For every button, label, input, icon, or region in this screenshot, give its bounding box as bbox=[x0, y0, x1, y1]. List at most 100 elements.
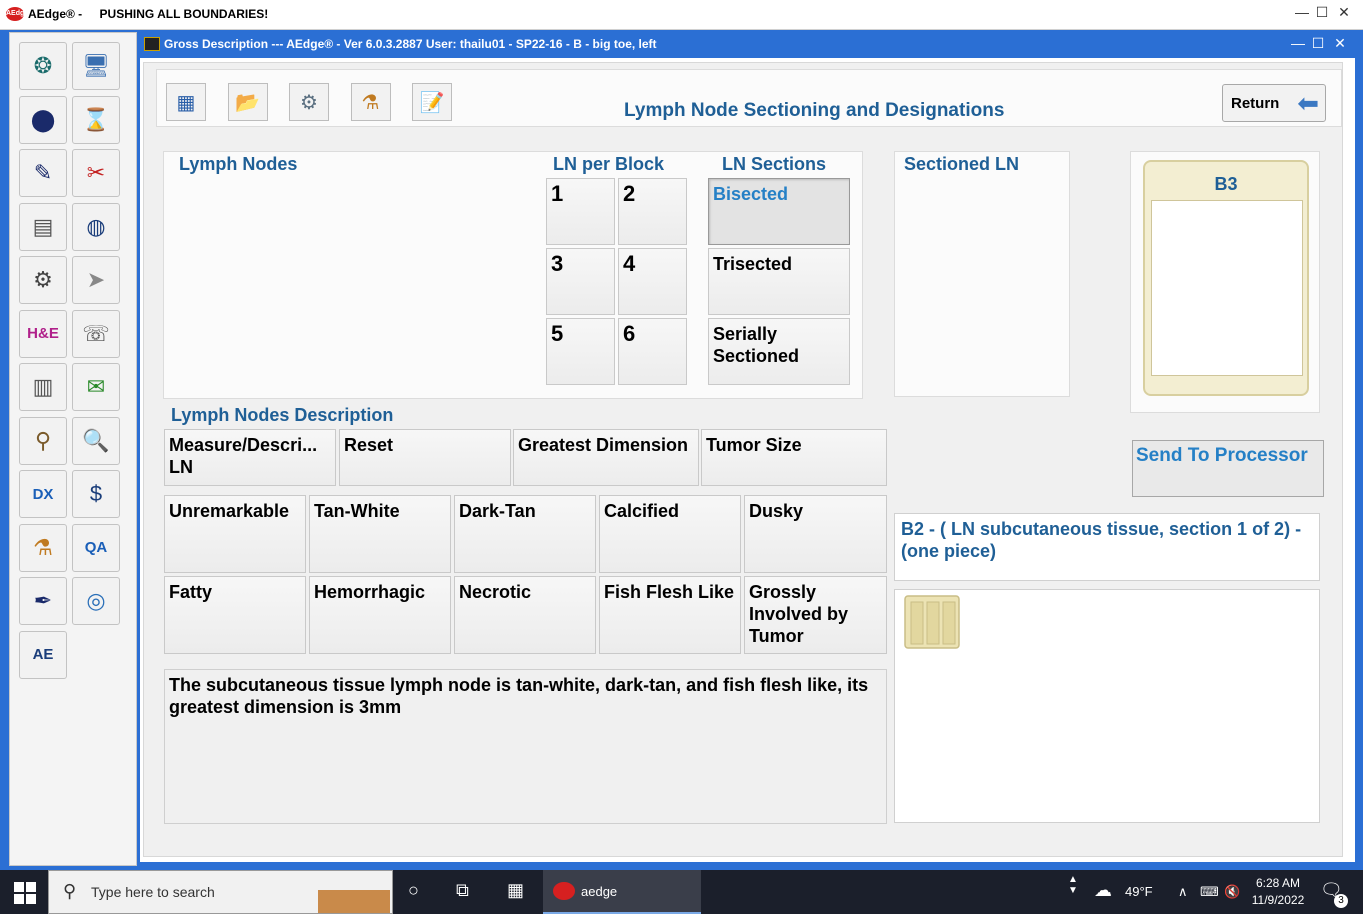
ln-per-block-3[interactable]: 3 bbox=[546, 248, 615, 315]
descriptor-fish-flesh-like[interactable]: Fish Flesh Like bbox=[599, 576, 741, 654]
return-label: Return bbox=[1231, 95, 1280, 112]
cassette-icon[interactable]: B3 bbox=[1143, 160, 1309, 396]
windows-start-icon[interactable] bbox=[14, 882, 36, 904]
main-content: Lymph Node Sectioning and Designations R… bbox=[143, 62, 1343, 857]
description-textbox[interactable]: The subcutaneous tissue lymph node is ta… bbox=[164, 669, 887, 824]
lymph-nodes-panel: Lymph Nodes LN per Block LN Sections 1 2… bbox=[163, 151, 863, 399]
clock-date: 11/9/2022 bbox=[1251, 893, 1305, 907]
taskbar-clock[interactable]: 6:28 AM 11/9/2022 bbox=[1250, 875, 1306, 909]
inner-titlebar: Gross Description --- AEdge® - Ver 6.0.3… bbox=[140, 32, 1355, 58]
ln-per-block-6[interactable]: 6 bbox=[618, 318, 687, 385]
taskbar-search-input[interactable]: ⚲ Type here to search bbox=[48, 870, 393, 914]
close-icon[interactable]: ✕ bbox=[1334, 4, 1354, 21]
ln-section-serially-sectioned[interactable]: Serially Sectioned bbox=[708, 318, 850, 385]
gross-description-icon[interactable]: ✎ bbox=[19, 149, 67, 197]
inner-maximize-icon[interactable]: ☐ bbox=[1308, 35, 1328, 52]
sectioned-ln-panel: Sectioned LN bbox=[894, 151, 1070, 397]
ln-per-block-4[interactable]: 4 bbox=[618, 248, 687, 315]
ln-section-bisected[interactable]: Bisected bbox=[708, 178, 850, 245]
ln-per-block-heading: LN per Block bbox=[553, 154, 665, 174]
document-search-icon[interactable]: 🔍 bbox=[72, 416, 120, 465]
ln-per-block-2[interactable]: 2 bbox=[618, 178, 687, 245]
computer-monitor-icon[interactable]: 🖥 bbox=[72, 42, 120, 90]
taskbar-app-aedge[interactable]: aedge bbox=[543, 870, 701, 914]
grid-menu-icon[interactable]: ▦ bbox=[166, 83, 206, 121]
descriptor-unremarkable[interactable]: Unremarkable bbox=[164, 495, 306, 573]
descriptor-dusky[interactable]: Dusky bbox=[744, 495, 887, 573]
mini-cassette-icon[interactable] bbox=[903, 594, 961, 650]
dx-icon[interactable]: DX bbox=[19, 470, 67, 518]
maximize-icon[interactable]: ☐ bbox=[1312, 4, 1332, 21]
taskbar-scroll-icon[interactable]: ▲ ▼ bbox=[1068, 874, 1078, 896]
fax-printer-icon[interactable]: ☏ bbox=[72, 309, 120, 358]
cortana-icon[interactable]: ○ bbox=[408, 880, 419, 901]
taskbar-app-label: aedge bbox=[581, 884, 618, 899]
descriptor-grossly-involved-by-tumor[interactable]: Grossly Involved by Tumor bbox=[744, 576, 887, 654]
notifications-count: 3 bbox=[1334, 894, 1348, 908]
ln-per-block-5[interactable]: 5 bbox=[546, 318, 615, 385]
minimize-icon[interactable]: — bbox=[1292, 4, 1312, 20]
greatest-dimension-button[interactable]: Greatest Dimension bbox=[513, 429, 699, 486]
calculator-icon[interactable]: ▦ bbox=[507, 880, 524, 901]
qa-icon[interactable]: QA bbox=[72, 523, 120, 572]
search-placeholder: Type here to search bbox=[91, 884, 215, 900]
measure-describe-ln-button[interactable]: Measure/Descri... LN bbox=[164, 429, 336, 486]
sphere-icon[interactable]: ◍ bbox=[72, 202, 120, 251]
inner-close-icon[interactable]: ✕ bbox=[1330, 35, 1350, 52]
descriptor-dark-tan[interactable]: Dark-Tan bbox=[454, 495, 596, 573]
slides-stack-icon[interactable]: ▥ bbox=[19, 363, 67, 411]
task-view-icon[interactable]: ⧉ bbox=[456, 880, 469, 901]
aedoc-logo-icon[interactable]: AE bbox=[19, 630, 67, 679]
descriptor-hemorrhagic[interactable]: Hemorrhagic bbox=[309, 576, 451, 654]
lab-beakers-icon[interactable]: ⚗ bbox=[19, 523, 67, 572]
email-arrow-icon[interactable]: ✉ bbox=[72, 363, 120, 411]
tray-chevron-icon[interactable]: ∧ bbox=[1178, 884, 1188, 900]
weather-icon[interactable]: ☁ bbox=[1094, 880, 1112, 901]
aedge-logo-icon: AEdge bbox=[6, 7, 28, 21]
search-highlight-image bbox=[318, 875, 390, 913]
descriptor-fatty[interactable]: Fatty bbox=[164, 576, 306, 654]
cassette-label: B3 bbox=[1214, 174, 1238, 194]
help-globe-icon[interactable]: ◎ bbox=[72, 577, 120, 625]
lab-beakers-icon[interactable]: ⚗ bbox=[350, 83, 391, 121]
reset-button[interactable]: Reset bbox=[339, 429, 511, 486]
billing-dollar-icon[interactable]: $ bbox=[72, 470, 120, 518]
descriptor-tan-white[interactable]: Tan-White bbox=[309, 495, 451, 573]
lymph-nodes-description-heading: Lymph Nodes Description bbox=[171, 405, 394, 425]
ln-per-block-1[interactable]: 1 bbox=[546, 178, 615, 245]
send-plane-icon[interactable]: ➤ bbox=[72, 256, 120, 304]
return-arrow-icon: ⬅ bbox=[1297, 88, 1319, 118]
inner-window-title: Gross Description --- AEdge® - Ver 6.0.3… bbox=[164, 37, 657, 51]
inner-minimize-icon[interactable]: — bbox=[1288, 35, 1308, 51]
sectioned-ln-heading: Sectioned LN bbox=[904, 154, 1020, 174]
he-stain-icon[interactable]: H&E bbox=[19, 309, 67, 358]
notepad-icon[interactable]: 📝 bbox=[412, 83, 452, 121]
window-logo-icon bbox=[144, 37, 160, 51]
app-name: AEdge® - bbox=[28, 7, 83, 21]
network-globe-icon[interactable]: ❂ bbox=[19, 42, 67, 90]
processor-machine-icon[interactable]: ▤ bbox=[19, 202, 67, 251]
ln-section-trisected[interactable]: Trisected bbox=[708, 248, 850, 315]
return-button[interactable]: Return ⬅ bbox=[1222, 84, 1326, 122]
cassette-window bbox=[1151, 200, 1303, 376]
descriptor-calcified[interactable]: Calcified bbox=[599, 495, 741, 573]
magnifier-icon[interactable]: ⚲ bbox=[19, 416, 67, 465]
send-to-processor-button[interactable]: Send To Processor bbox=[1132, 440, 1324, 497]
volume-muted-icon[interactable]: 🔇 bbox=[1224, 884, 1240, 900]
taskbar: ⚲ Type here to search ○ ⧉ ▦ aedge ▲ ▼ ☁ 4… bbox=[0, 870, 1363, 914]
search-icon: ⚲ bbox=[63, 881, 77, 901]
hourglass-icon[interactable]: ⌛ bbox=[72, 95, 120, 144]
folder-icon[interactable]: 📂 bbox=[227, 83, 268, 121]
settings-upload-icon[interactable]: ⚙ bbox=[289, 83, 329, 121]
network-icon[interactable]: ⌨ bbox=[1200, 884, 1219, 900]
tumor-size-button[interactable]: Tumor Size bbox=[701, 429, 887, 486]
descriptor-necrotic[interactable]: Necrotic bbox=[454, 576, 596, 654]
lymph-nodes-heading: Lymph Nodes bbox=[179, 154, 298, 174]
outer-window-title: AEdge® - PUSHING ALL BOUNDARIES! bbox=[28, 7, 268, 21]
weather-temp[interactable]: 49°F bbox=[1125, 884, 1153, 899]
specimen-jar-icon[interactable]: ⬤ bbox=[19, 95, 67, 144]
microtome-icon[interactable]: ⚙ bbox=[19, 256, 67, 304]
tools-icon[interactable]: ✂ bbox=[72, 149, 120, 197]
fountain-pen-icon[interactable]: ✒ bbox=[19, 577, 67, 625]
page-title: Lymph Node Sectioning and Designations bbox=[624, 100, 1005, 121]
